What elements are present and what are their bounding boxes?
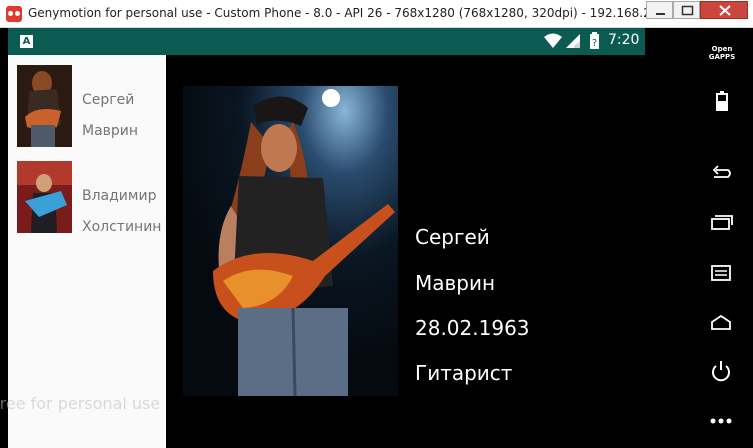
power-icon[interactable] [708, 358, 734, 384]
item-first-name: Сергей [82, 92, 135, 108]
musician-list[interactable]: Сергей Маврин Владимир Холстинин [8, 55, 166, 448]
recent-apps-icon[interactable] [708, 210, 734, 236]
list-item[interactable]: Владимир Холстинин [8, 161, 166, 251]
musician-thumbnail [17, 65, 72, 147]
wifi-icon [544, 33, 562, 48]
opengapps-line2: GAPPS [708, 53, 736, 61]
list-item[interactable]: Сергей Маврин [8, 65, 166, 155]
status-icons-svg: ? [544, 32, 599, 49]
status-time: 7:20 [608, 32, 640, 48]
musician-thumbnail [17, 161, 72, 233]
minimize-button[interactable] [646, 1, 673, 19]
detail-first-name: Сергей [415, 225, 490, 249]
home-hw-icon[interactable] [708, 310, 734, 336]
detail-role: Гитарист [415, 361, 513, 385]
status-icons: ? [544, 32, 606, 56]
more-icon[interactable] [708, 408, 734, 434]
musician-photo [183, 86, 398, 396]
opengapps-button[interactable]: Open GAPPS [700, 45, 744, 61]
battery-glyph: ? [592, 38, 597, 49]
detail-last-name: Маврин [415, 271, 496, 295]
close-button[interactable] [700, 1, 748, 19]
item-first-name: Владимир [82, 188, 157, 204]
return-icon[interactable] [708, 160, 734, 186]
maximize-button[interactable] [673, 1, 700, 19]
watermark-text: free for personal use [0, 394, 161, 413]
item-last-name: Маврин [82, 123, 139, 139]
status-notification-icon: A [20, 35, 33, 48]
device-screen[interactable]: A ? 7:20 Сергей Маврин Владимир Холстини… [8, 28, 645, 448]
item-last-name: Холстинин [82, 219, 162, 235]
genymotion-sidebar: Open GAPPS [690, 28, 753, 448]
genymotion-logo-icon [6, 6, 22, 22]
battery-widget-icon[interactable] [708, 88, 734, 114]
window-title-bar[interactable]: Genymotion for personal use - Custom Pho… [0, 0, 753, 28]
menu-icon[interactable] [708, 260, 734, 286]
detail-birth-date: 28.02.1963 [415, 316, 530, 340]
opengapps-line1: Open [711, 45, 733, 53]
window-title: Genymotion for personal use - Custom Pho… [28, 6, 693, 20]
status-bar: A ? 7:20 [8, 28, 645, 55]
